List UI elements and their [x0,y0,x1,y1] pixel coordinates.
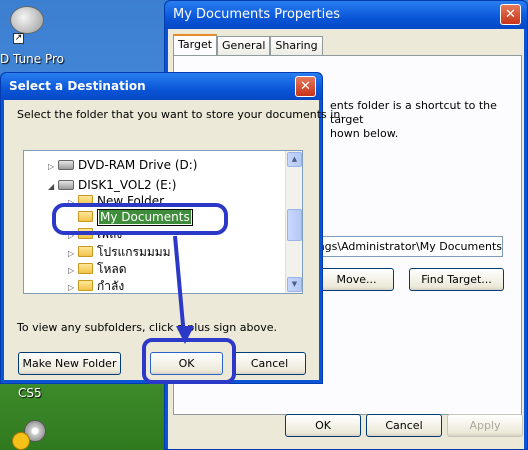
properties-tabs: Target General Sharing [173,34,323,56]
smiley-icon [12,432,30,450]
expand-icon[interactable]: ▷ [48,158,58,175]
dialog-title[interactable]: Select a Destination [1,73,322,100]
dialog-close-button[interactable]: ✕ [295,76,316,97]
tree-item-dvd[interactable]: ▷ DVD-RAM Drive (D:) [48,157,198,174]
expand-icon[interactable]: ▷ [68,262,78,279]
tab-target[interactable]: Target [173,34,218,56]
collapse-icon[interactable]: ◢ [48,178,58,195]
hard-disk-icon [10,6,44,34]
target-description: ents folder is a shortcut to the target … [330,99,520,141]
hd-tune-label: D Tune Pro [0,52,65,66]
folder-icon [78,280,93,291]
annotation-highlight-ok [142,338,236,384]
hard-drive-icon [58,180,74,190]
subfolder-hint: To view any subfolders, click a plus sig… [17,321,277,334]
tab-general[interactable]: General [217,36,271,56]
target-description-line-1: ents folder is a shortcut to the target [330,99,497,126]
dialog-cancel-button[interactable]: Cancel [233,352,306,375]
tree-item-folder-6[interactable]: ▷ โปรแกรมมมม [68,244,171,261]
media-desktop-icon[interactable] [12,418,46,450]
properties-cancel-button[interactable]: Cancel [366,414,442,437]
tree-item-folder-7[interactable]: ▷ โหลด [68,261,127,278]
cs5-desktop-label[interactable]: CS5 [18,386,42,400]
scroll-up-icon[interactable]: ▲ [287,152,302,167]
scroll-down-icon[interactable]: ▼ [287,277,302,292]
expand-icon[interactable]: ▷ [68,245,78,262]
hd-tune-desktop-icon[interactable]: ↗ D Tune Pro [0,0,80,70]
tab-sharing[interactable]: Sharing [270,36,323,56]
dvd-drive-icon [58,160,74,170]
properties-apply-button[interactable]: Apply [447,414,523,437]
folder-icon [78,263,93,274]
properties-ok-button[interactable]: OK [285,414,361,437]
target-description-line-2: hown below. [330,127,399,140]
make-new-folder-button[interactable]: Make New Folder [18,352,121,375]
expand-icon[interactable]: ▷ [68,279,78,293]
find-target-button[interactable]: Find Target... [409,268,504,291]
tree-item-folder-8[interactable]: ▷ กำลัง [68,278,124,293]
tree-item-disk1[interactable]: ◢ DISK1_VOL2 (E:) [48,177,176,194]
move-button[interactable]: Move... [319,268,394,291]
tree-vertical-scrollbar[interactable]: ▲ ▼ [285,151,302,293]
annotation-highlight-folder [52,203,228,235]
dialog-instruction: Select the folder that you want to store… [17,108,344,121]
target-folder-field[interactable]: ttings\Administrator\My Documents [319,236,503,257]
scroll-thumb[interactable] [287,209,302,241]
properties-title[interactable]: My Documents Properties [165,1,527,29]
folder-icon [78,246,93,257]
properties-close-button[interactable]: ✕ [500,4,521,25]
shortcut-arrow-icon: ↗ [13,33,24,44]
